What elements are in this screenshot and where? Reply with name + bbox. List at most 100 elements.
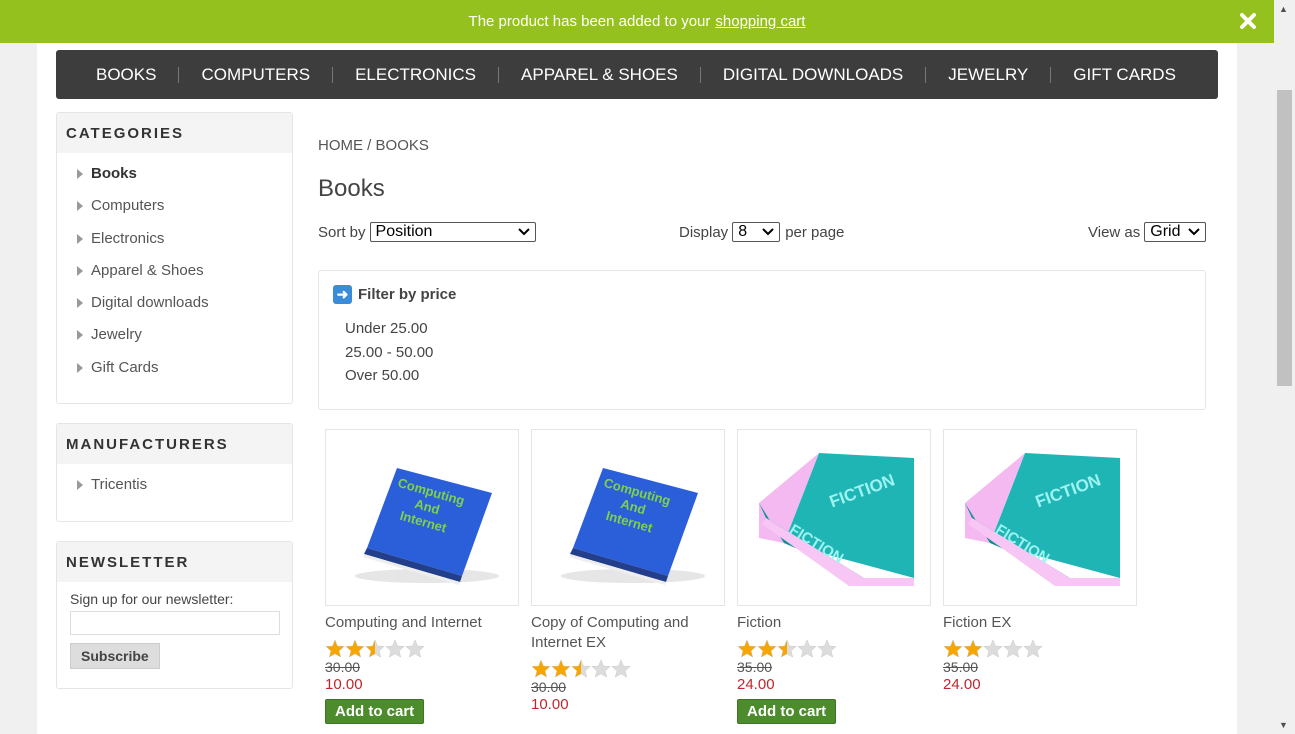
display-suffix: per page — [785, 223, 845, 241]
sidebar-item-computers[interactable]: Computers — [75, 197, 292, 229]
star-icon — [737, 639, 757, 659]
star-icon — [983, 639, 1003, 659]
star-icon — [405, 639, 425, 659]
newsletter-email-input[interactable] — [70, 611, 280, 635]
star-icon — [777, 639, 797, 659]
star-icon — [531, 659, 551, 679]
triangle-right-icon — [77, 480, 83, 490]
menu-item-books[interactable]: BOOKS — [74, 65, 178, 85]
sidebar-item-gift-cards[interactable]: Gift Cards — [75, 359, 292, 391]
filter-header: ➜ Filter by price — [333, 285, 456, 304]
view-control: View as Grid — [1088, 222, 1207, 242]
sidebar-item-digital-downloads[interactable]: Digital downloads — [75, 294, 292, 326]
scroll-up-icon[interactable]: ▲ — [1279, 4, 1288, 14]
top-menu: BOOKS COMPUTERS ELECTRONICS APPAREL & SHOES… — [56, 50, 1218, 99]
product-title[interactable]: Copy of Computing and Internet EX — [531, 613, 725, 653]
filter-option[interactable]: 25.00 - 50.00 — [345, 344, 433, 361]
triangle-right-icon — [77, 201, 83, 212]
sidebar-item-jewelry[interactable]: Jewelry — [75, 326, 292, 358]
sidebar-item-label: Digital downloads — [91, 294, 209, 312]
sort-control: Sort by Position — [318, 222, 536, 242]
scrollbar-thumb[interactable] — [1277, 90, 1292, 386]
old-price: 35.00 — [737, 659, 773, 675]
categories-list: Books Computers Electronics Apparel & Shoes… — [57, 153, 292, 391]
scrollbar[interactable]: ▲ ▼ — [1274, 0, 1295, 734]
actual-price: 24.00 — [737, 676, 775, 693]
page-title: Books — [318, 175, 385, 202]
menu-item-digital-downloads[interactable]: DIGITAL DOWNLOADS — [701, 65, 925, 85]
product-image[interactable]: Computing And Internet — [531, 429, 725, 606]
chevron-down-icon — [1188, 225, 1200, 239]
newsletter-block: NEWSLETTER Sign up for our newsletter: S… — [56, 541, 293, 689]
newsletter-title: NEWSLETTER — [57, 542, 292, 582]
breadcrumb-current: BOOKS — [375, 137, 429, 154]
add-to-cart-button[interactable]: Add to cart — [737, 699, 837, 724]
chevron-down-icon — [517, 225, 530, 239]
display-label: Display — [679, 223, 729, 241]
star-icon — [385, 639, 405, 659]
close-icon[interactable] — [1238, 11, 1258, 31]
triangle-right-icon — [77, 330, 83, 341]
view-select[interactable]: Grid — [1144, 222, 1207, 242]
notification-text: The product has been added to your — [468, 13, 711, 30]
star-icon — [551, 659, 571, 679]
breadcrumb: HOME / BOOKS — [318, 137, 429, 154]
subscribe-button[interactable]: Subscribe — [70, 643, 160, 669]
product-rating — [737, 639, 931, 659]
breadcrumb-home[interactable]: HOME — [318, 137, 363, 154]
product-rating — [531, 659, 725, 679]
star-icon — [797, 639, 817, 659]
product-title[interactable]: Fiction EX — [943, 613, 1137, 633]
menu-item-computers[interactable]: COMPUTERS — [179, 65, 332, 85]
product-item: Computing And Internet Computing and Intern… — [325, 429, 519, 724]
triangle-right-icon — [77, 233, 83, 244]
star-icon — [963, 639, 983, 659]
product-image[interactable]: Computing And Internet — [325, 429, 519, 606]
view-select-value: Grid — [1150, 223, 1181, 240]
sidebar-item-tricentis[interactable]: Tricentis — [75, 476, 292, 508]
sidebar-item-books[interactable]: Books — [75, 165, 292, 197]
menu-item-apparel-shoes[interactable]: APPAREL & SHOES — [499, 65, 700, 85]
triangle-right-icon — [77, 298, 83, 309]
chevron-down-icon — [762, 225, 774, 239]
filter-title: Filter by price — [358, 286, 457, 303]
star-icon — [817, 639, 837, 659]
scroll-down-icon[interactable]: ▼ — [1279, 720, 1288, 730]
star-icon — [345, 639, 365, 659]
sort-select-value: Position — [375, 223, 433, 240]
star-icon — [591, 659, 611, 679]
star-icon — [325, 639, 345, 659]
product-rating — [943, 639, 1137, 659]
filter-option[interactable]: Under 25.00 — [345, 320, 428, 337]
actual-price: 10.00 — [531, 696, 569, 713]
star-icon — [757, 639, 777, 659]
product-image[interactable]: FICTION FICTION — [737, 429, 931, 606]
triangle-right-icon — [77, 169, 83, 179]
product-rating — [325, 639, 519, 659]
sort-select[interactable]: Position — [369, 222, 536, 242]
product-image[interactable]: FICTION FICTION — [943, 429, 1137, 606]
old-price: 30.00 — [531, 679, 567, 695]
menu-item-electronics[interactable]: ELECTRONICS — [333, 65, 498, 85]
actual-price: 10.00 — [325, 676, 363, 693]
menu-item-jewelry[interactable]: JEWELRY — [926, 65, 1050, 85]
filter-option[interactable]: Over 50.00 — [345, 367, 419, 384]
triangle-right-icon — [77, 265, 83, 276]
sidebar-item-electronics[interactable]: Electronics — [75, 230, 292, 262]
sidebar-item-label: Computers — [91, 197, 165, 215]
sidebar-item-apparel-shoes[interactable]: Apparel & Shoes — [75, 262, 292, 294]
display-select[interactable]: 8 — [732, 222, 781, 242]
product-title[interactable]: Fiction — [737, 613, 931, 633]
shopping-cart-link[interactable]: shopping cart — [715, 13, 805, 30]
price-filter: ➜ Filter by price Under 25.00 25.00 - 50… — [318, 270, 1206, 410]
manufacturers-title: MANUFACTURERS — [57, 424, 292, 464]
star-icon — [1003, 639, 1023, 659]
product-title[interactable]: Computing and Internet — [325, 613, 519, 633]
menu-item-gift-cards[interactable]: GIFT CARDS — [1051, 65, 1198, 85]
old-price: 35.00 — [943, 659, 979, 675]
star-icon — [365, 639, 385, 659]
add-to-cart-button[interactable]: Add to cart — [325, 699, 425, 724]
categories-title: CATEGORIES — [57, 113, 292, 153]
sidebar-item-label: Tricentis — [91, 476, 148, 493]
product-item: Computing And Internet Copy of Computing an… — [531, 429, 725, 713]
